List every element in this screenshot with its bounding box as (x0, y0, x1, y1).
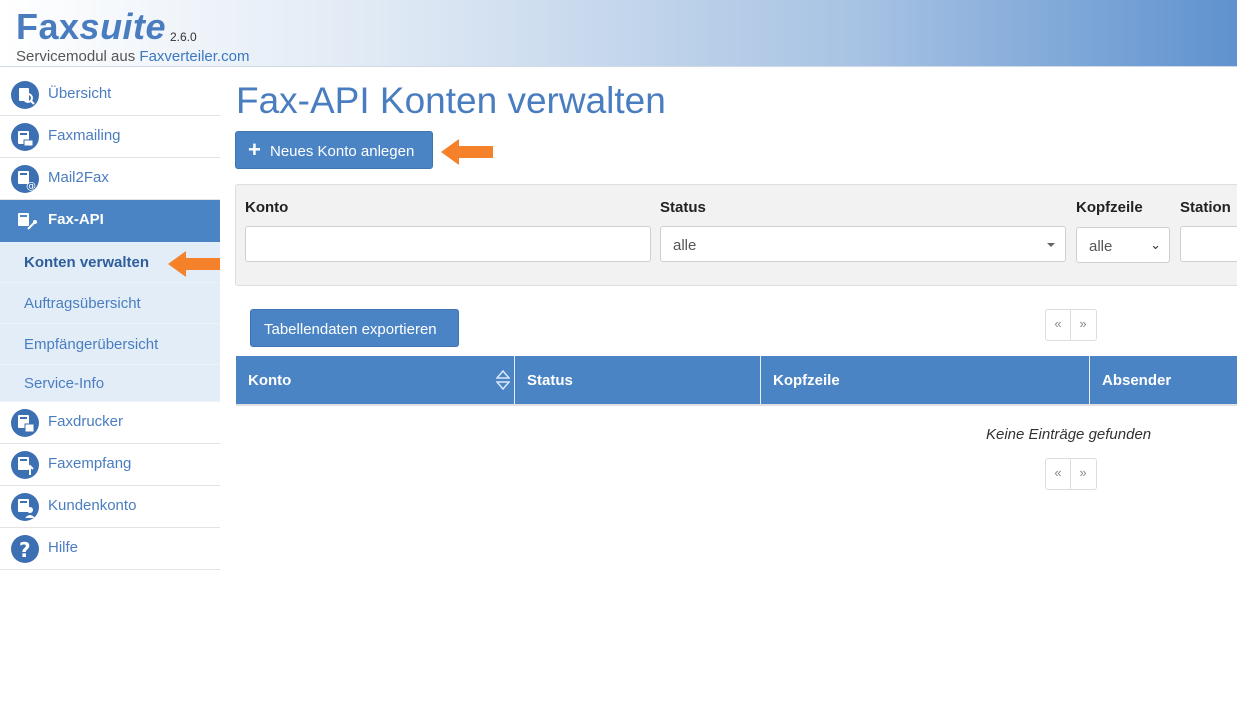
sidebar-item-label: Fax-API (48, 211, 104, 228)
sidebar-subitem-label: Service-Info (24, 375, 105, 392)
sidebar-subitem-label: Empfängerübersicht (24, 336, 159, 353)
filter-station-label: Station (1180, 199, 1231, 216)
logo-suite-text: suite (79, 6, 167, 47)
filter-kopfzeile-label: Kopfzeile (1076, 199, 1143, 216)
help-icon: ? (11, 535, 39, 563)
faxverteiler-link[interactable]: Faxverteiler.com (139, 48, 249, 65)
sidebar-item-mail2fax[interactable]: @ Mail2Fax (0, 158, 220, 200)
svg-text:?: ? (19, 538, 31, 562)
customer-account-icon (11, 493, 39, 521)
pager-next-button[interactable]: » (1071, 459, 1095, 489)
pager-prev-button[interactable]: « (1046, 310, 1071, 340)
fax-receive-icon (11, 451, 39, 479)
filter-kopfzeile-value: alle (1089, 238, 1113, 255)
empty-table-message: Keine Einträge gefunden (986, 426, 1152, 443)
filter-konto-input[interactable] (245, 226, 651, 262)
sidebar-subitem-service-info[interactable]: Service-Info (0, 365, 220, 402)
column-header-label: Kopfzeile (773, 372, 840, 389)
mail2fax-icon: @ (11, 165, 39, 193)
sidebar-item-faxmailing[interactable]: Faxmailing (0, 116, 220, 158)
fax-mailing-icon (11, 123, 39, 151)
sidebar-item-label: Faxempfang (48, 455, 132, 472)
pager-bottom: « » (1045, 458, 1097, 490)
sidebar: Übersicht Faxmailing @ Mail2Fax Fax-API … (0, 74, 220, 570)
sidebar-item-faxempfang[interactable]: Faxempfang (0, 444, 220, 486)
app-version: 2.6.0 (170, 30, 197, 44)
pager-next-button[interactable]: » (1071, 310, 1095, 340)
sidebar-item-kundenkonto[interactable]: Kundenkonto (0, 486, 220, 528)
sidebar-item-label: Faxmailing (48, 127, 121, 144)
sidebar-item-fax-api[interactable]: Fax-API (0, 200, 220, 242)
annotation-arrow-icon (441, 139, 493, 165)
column-header-label: Konto (248, 372, 292, 389)
sidebar-item-label: Faxdrucker (48, 413, 124, 430)
sidebar-subitem-label: Auftragsübersicht (24, 295, 141, 312)
column-header-label: Status (527, 372, 573, 389)
overview-icon (11, 81, 39, 109)
sidebar-item-label: Kundenkonto (48, 497, 137, 514)
sort-icon[interactable] (496, 370, 510, 390)
export-table-button-label: Tabellendaten exportieren (264, 321, 437, 338)
pager-top: « » (1045, 309, 1097, 341)
sidebar-subitem-auftragsuebersicht[interactable]: Auftragsübersicht (0, 283, 220, 324)
caret-down-icon (1047, 243, 1055, 247)
column-header-status[interactable]: Status (515, 356, 761, 404)
pager-prev-button[interactable]: « (1046, 459, 1071, 489)
export-table-button[interactable]: Tabellendaten exportieren (250, 309, 459, 347)
app-subtitle: Servicemodul aus Faxverteiler.com (16, 48, 249, 65)
sidebar-item-hilfe[interactable]: ? Hilfe (0, 528, 220, 570)
svg-text:@: @ (26, 181, 36, 192)
page-title: Fax-API Konten verwalten (236, 80, 666, 121)
sidebar-item-faxdrucker[interactable]: Faxdrucker (0, 402, 220, 444)
fax-printer-icon (11, 409, 39, 437)
new-account-button[interactable]: + Neues Konto anlegen (235, 131, 433, 169)
sidebar-item-label: Übersicht (48, 85, 112, 102)
filter-status-value: alle (673, 237, 697, 254)
filter-station-input[interactable] (1180, 226, 1237, 262)
chevron-down-icon: ⌄ (1150, 237, 1161, 252)
column-header-konto[interactable]: Konto (236, 356, 515, 404)
column-header-label: Absender (1102, 372, 1172, 389)
app-logo[interactable]: Faxsuite (16, 6, 166, 48)
sidebar-subitem-empfaengeruebersicht[interactable]: Empfängerübersicht (0, 324, 220, 365)
new-account-button-label: Neues Konto anlegen (270, 143, 415, 160)
logo-fax-text: Fax (16, 6, 80, 47)
column-header-absender[interactable]: Absender (1090, 356, 1237, 404)
filter-kopfzeile-select[interactable]: alle ⌄ (1076, 227, 1170, 263)
table-header: Konto Status Kopfzeile Absender (236, 356, 1237, 406)
fax-api-icon (11, 207, 39, 235)
annotation-arrow-icon (168, 251, 220, 277)
sidebar-item-label: Hilfe (48, 539, 79, 556)
filter-konto-label: Konto (245, 199, 289, 216)
sidebar-item-uebersicht[interactable]: Übersicht (0, 74, 220, 116)
filter-status-label: Status (660, 199, 706, 216)
plus-icon: + (248, 137, 261, 162)
filter-status-select[interactable]: alle (660, 226, 1066, 262)
filter-panel: Konto Status alle Kopfzeile alle ⌄ Stati… (235, 184, 1237, 286)
column-header-kopfzeile[interactable]: Kopfzeile (761, 356, 1090, 404)
sidebar-item-label: Mail2Fax (48, 169, 109, 186)
subtitle-prefix: Servicemodul aus (16, 48, 140, 65)
app-header: Faxsuite 2.6.0 Servicemodul aus Faxverte… (0, 0, 1237, 67)
sidebar-subitem-label: Konten verwalten (24, 254, 150, 271)
